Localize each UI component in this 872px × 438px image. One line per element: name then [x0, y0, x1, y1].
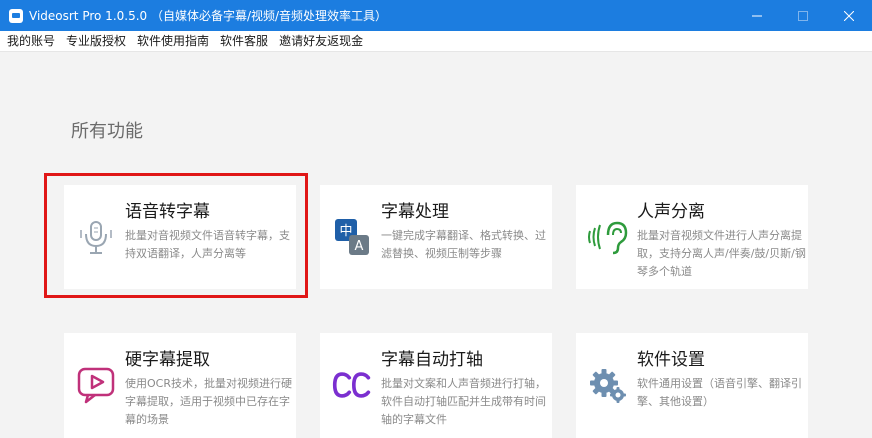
window-title: Videosrt Pro 1.0.5.0 （自媒体必备字幕/视频/音频处理效率工…: [29, 9, 388, 23]
card-title: 硬字幕提取: [125, 350, 210, 370]
menu-bar: 我的账号 专业版授权 软件使用指南 软件客服 邀请好友返现金: [0, 31, 872, 52]
close-icon: [844, 10, 854, 21]
svg-text:A: A: [355, 239, 364, 254]
card-auto-subtitle-timing[interactable]: 字幕自动打轴 批量对文案和人声音频进行打轴，软件自动打轴匹配并生成带有时间轴的字…: [320, 333, 552, 438]
video-ocr-icon: [76, 365, 116, 405]
ear-icon: [588, 217, 628, 257]
menu-pro-license[interactable]: 专业版授权: [61, 31, 131, 51]
close-button[interactable]: [826, 0, 872, 31]
window-controls: [734, 0, 872, 31]
maximize-icon: [798, 10, 808, 21]
section-title: 所有功能: [71, 121, 143, 142]
menu-support[interactable]: 软件客服: [215, 31, 273, 51]
menu-invite-friends[interactable]: 邀请好友返现金: [274, 31, 368, 51]
cc-icon: [332, 365, 372, 405]
app-logo-icon: [9, 8, 23, 23]
card-hard-subtitle-extraction[interactable]: 硬字幕提取 使用OCR技术，批量对视频进行硬字幕提取，适用于视频中已存在字幕的场…: [64, 333, 296, 438]
menu-user-guide[interactable]: 软件使用指南: [132, 31, 214, 51]
card-description: 一键完成字幕翻译、格式转换、过滤替换、视频压制等步骤: [381, 229, 546, 260]
gear-icon: [588, 365, 628, 405]
menu-my-account[interactable]: 我的账号: [2, 31, 60, 51]
card-vocal-separation[interactable]: 人声分离 批量对音视频文件进行人声分离提取，支持分离人声/伴奏/鼓/贝斯/钢琴多…: [576, 185, 808, 289]
title-bar: Videosrt Pro 1.0.5.0 （自媒体必备字幕/视频/音频处理效率工…: [0, 0, 872, 31]
card-description: 软件通用设置（语音引擎、翻译引擎、其他设置）: [637, 377, 802, 408]
maximize-button[interactable]: [780, 0, 826, 31]
card-title: 人声分离: [637, 202, 705, 222]
minimize-icon: [752, 15, 762, 16]
card-title: 字幕自动打轴: [381, 350, 483, 370]
card-subtitle-processing[interactable]: 中 A 字幕处理 一键完成字幕翻译、格式转换、过滤替换、视频压制等步骤: [320, 185, 552, 289]
card-title: 字幕处理: [381, 202, 449, 222]
card-description: 批量对音视频文件进行人声分离提取，支持分离人声/伴奏/鼓/贝斯/钢琴多个轨道: [637, 229, 806, 278]
minimize-button[interactable]: [734, 0, 780, 31]
card-description: 批量对文案和人声音频进行打轴，软件自动打轴匹配并生成带有时间轴的字幕文件: [381, 377, 546, 426]
card-software-settings[interactable]: 软件设置 软件通用设置（语音引擎、翻译引擎、其他设置）: [576, 333, 808, 438]
translate-icon: 中 A: [332, 217, 372, 257]
card-title: 软件设置: [637, 350, 705, 370]
selection-highlight: [44, 173, 308, 298]
card-description: 使用OCR技术，批量对视频进行硬字幕提取，适用于视频中已存在字幕的场景: [125, 377, 292, 426]
